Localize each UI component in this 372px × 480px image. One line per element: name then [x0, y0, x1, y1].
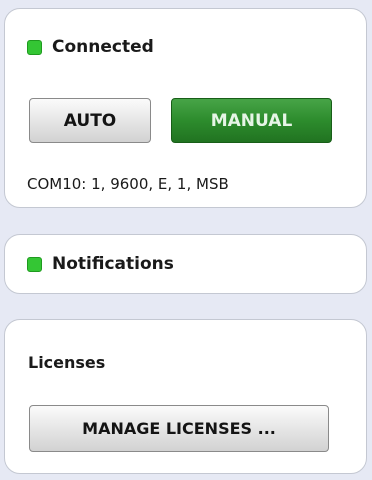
auto-button[interactable]: AUTO: [29, 98, 151, 143]
connection-panel: Connected AUTO MANUAL COM10: 1, 9600, E,…: [4, 8, 367, 208]
page: { "connection": { "status_label": "Conne…: [0, 0, 372, 480]
manage-licenses-button[interactable]: MANAGE LICENSES ...: [29, 405, 329, 452]
connection-status-label: Connected: [52, 37, 154, 57]
manual-button[interactable]: MANUAL: [171, 98, 332, 143]
licenses-title: Licenses: [28, 353, 106, 372]
notifications-label: Notifications: [52, 254, 174, 274]
port-settings-text: COM10: 1, 9600, E, 1, MSB: [27, 175, 229, 193]
notifications-panel: Notifications: [4, 234, 367, 294]
notifications-status: Notifications: [27, 254, 174, 274]
connection-status: Connected: [27, 37, 154, 57]
licenses-panel: Licenses MANAGE LICENSES ...: [4, 319, 367, 474]
connection-led-icon: [27, 39, 42, 55]
notifications-led-icon: [27, 256, 42, 272]
